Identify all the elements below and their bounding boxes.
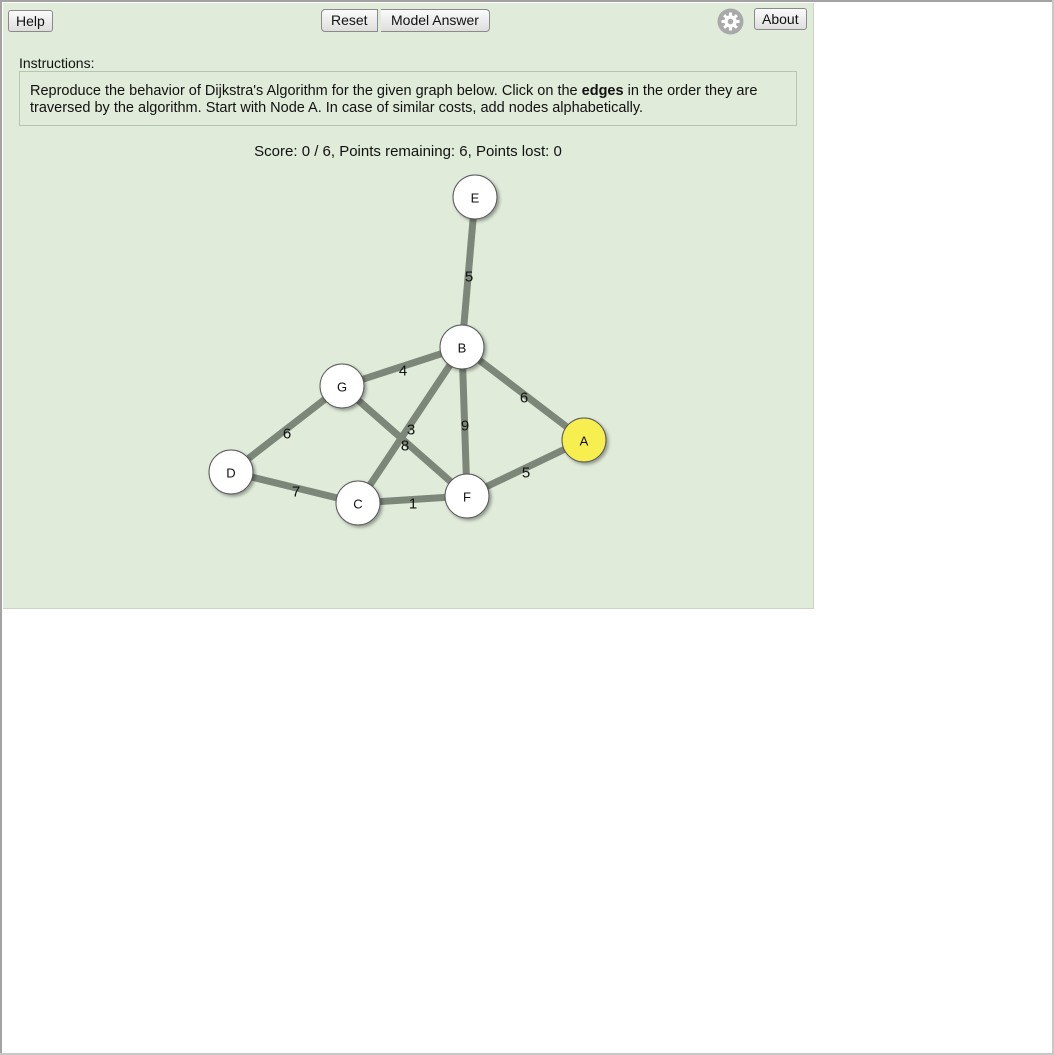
graph-canvas: 5469386715 ABCDEFG xyxy=(208,174,607,526)
edge-weight-label: 4 xyxy=(399,363,407,380)
node-label: F xyxy=(463,490,471,505)
node-g[interactable]: G xyxy=(319,363,365,409)
window-frame-left xyxy=(0,0,2,1055)
node-f[interactable]: F xyxy=(444,473,490,519)
edge-g-f[interactable]: 8 xyxy=(339,383,470,499)
node-c[interactable]: C xyxy=(335,480,381,526)
node-d[interactable]: D xyxy=(208,449,254,495)
edge-weight-label: 6 xyxy=(520,390,528,407)
edge-weight-label: 5 xyxy=(522,465,530,482)
edge-weight-label: 5 xyxy=(465,269,473,286)
edge-weight-label: 8 xyxy=(401,438,409,455)
node-label: G xyxy=(337,380,347,395)
window-frame-top xyxy=(0,0,1054,2)
node-label: A xyxy=(580,434,589,449)
edge-weight-label: 7 xyxy=(292,484,300,501)
node-e[interactable]: E xyxy=(452,174,498,220)
exercise-panel: Help Reset Model Answer About Instructio… xyxy=(3,3,814,609)
edge-weight-label: 6 xyxy=(283,426,291,443)
edge-weight-label: 3 xyxy=(407,422,415,439)
node-a[interactable]: A xyxy=(561,417,607,463)
edge-e-b[interactable]: 5 xyxy=(458,196,479,348)
edge-b-a[interactable]: 6 xyxy=(459,344,587,443)
node-label: C xyxy=(353,497,362,512)
node-b[interactable]: B xyxy=(439,324,485,370)
node-label: B xyxy=(458,341,467,356)
edge-weight-label: 9 xyxy=(461,418,469,435)
edge-weight-label: 1 xyxy=(409,496,417,513)
node-label: E xyxy=(471,191,480,206)
node-label: D xyxy=(226,466,235,481)
